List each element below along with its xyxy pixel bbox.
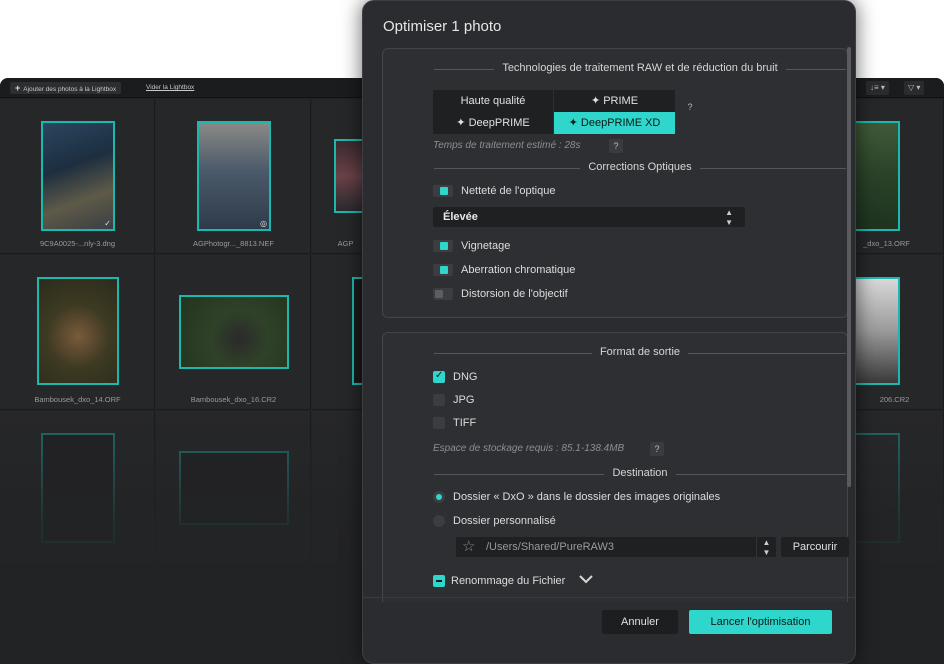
photo-thumbnail[interactable]: ✓	[41, 121, 115, 231]
chromatic-aberration-toggle[interactable]	[433, 264, 453, 276]
lens-distortion-toggle[interactable]	[433, 288, 453, 300]
format-jpg-label: JPG	[453, 394, 475, 406]
photo-cell[interactable]: Bambousek_dxo_16.CR2	[156, 255, 311, 410]
raw-technology-selector: Haute qualité ✦ PRIME ✦ DeepPRIME ✦ Deep…	[433, 90, 675, 134]
dest-original-radio[interactable]	[433, 491, 445, 503]
photo-cell[interactable]: ✓ 9C9A0025-...nly-3.dng	[0, 99, 155, 254]
photo-thumbnail[interactable]	[179, 451, 289, 525]
lens-distortion-label: Distorsion de l'objectif	[461, 288, 568, 300]
option-prime[interactable]: ✦ PRIME	[554, 90, 675, 112]
add-to-lightbox-button[interactable]: + Ajouter des photos à la Lightbox	[10, 82, 122, 94]
processing-time-value: 28s	[564, 140, 581, 151]
output-format-heading: Format de sortie	[434, 346, 846, 360]
raw-help-icon[interactable]: ?	[683, 100, 697, 114]
photo-thumbnail[interactable]	[37, 277, 119, 385]
destination-heading: Destination	[434, 467, 846, 481]
dest-custom-radio[interactable]	[433, 515, 445, 527]
format-tiff-checkbox[interactable]	[433, 417, 445, 429]
dialog-scrollbar[interactable]	[847, 47, 851, 487]
rename-checkbox[interactable]	[433, 575, 445, 587]
lens-sharpness-toggle[interactable]	[433, 185, 453, 197]
option-label: DeepPRIME XD	[580, 117, 661, 129]
optics-section-heading: Corrections Optiques	[434, 161, 846, 175]
sharpness-level-value: Élevée	[443, 211, 478, 223]
time-help-icon[interactable]: ?	[609, 139, 623, 153]
output-format-title: Format de sortie	[591, 346, 689, 358]
photo-thumbnail[interactable]	[41, 433, 115, 543]
option-high-quality[interactable]: Haute qualité	[433, 90, 553, 112]
processing-panel	[382, 48, 848, 318]
custom-folder-path: /Users/Shared/PureRAW3	[486, 541, 614, 553]
star-icon[interactable]: ☆	[462, 537, 475, 557]
photo-cell[interactable]	[0, 411, 155, 566]
updown-arrows-icon[interactable]: ▲ ▼	[756, 537, 776, 557]
photo-cell[interactable]: Bambousek_dxo_14.ORF	[0, 255, 155, 410]
processing-time-label: Temps de traitement estimé :	[433, 140, 562, 151]
dialog-title: Optimiser 1 photo	[383, 18, 502, 35]
filter-button[interactable]: ▽ ▾	[904, 81, 925, 95]
photo-thumbnail[interactable]	[850, 277, 900, 385]
photo-cell[interactable]: ◎ AGPhotogr..._8813.NEF	[156, 99, 311, 254]
lens-sharpness-label: Netteté de l'optique	[461, 185, 556, 197]
format-dng-checkbox[interactable]	[433, 369, 445, 383]
raw-section-title: Technologies de traitement RAW et de réd…	[494, 62, 786, 74]
photo-thumbnail[interactable]	[850, 433, 900, 543]
sparkle-icon: ✦	[456, 117, 466, 129]
add-to-lightbox-label: Ajouter des photos à la Lightbox	[23, 86, 117, 93]
format-jpg-checkbox[interactable]	[433, 394, 445, 406]
sparkle-icon: ✦	[568, 117, 578, 129]
rename-label: Renommage du Fichier	[451, 575, 566, 587]
option-label: DeepPRIME	[468, 117, 530, 129]
browse-button[interactable]: Parcourir	[781, 537, 849, 557]
photo-caption: 9C9A0025-...nly-3.dng	[39, 239, 116, 248]
photo-thumbnail[interactable]	[850, 121, 900, 231]
photo-caption: Bambousek_dxo_14.ORF	[34, 395, 121, 404]
option-deepprime-xd[interactable]: ✦ DeepPRIME XD	[554, 112, 675, 134]
sparkle-icon: ✦	[590, 95, 601, 107]
settings-badge-icon: ◎	[260, 219, 267, 228]
custom-folder-field[interactable]: ☆ /Users/Shared/PureRAW3 ▲ ▼	[456, 537, 776, 557]
option-deepprime[interactable]: ✦ DeepPRIME	[433, 112, 553, 134]
check-icon: ✓	[104, 219, 111, 228]
cancel-button[interactable]: Annuler	[602, 610, 678, 634]
option-label: PRIME	[603, 95, 639, 107]
start-optimization-button[interactable]: Lancer l'optimisation	[689, 610, 832, 634]
plus-icon: +	[15, 83, 21, 93]
photo-cell[interactable]	[156, 411, 311, 566]
chevron-down-icon[interactable]	[578, 573, 594, 585]
processing-time: Temps de traitement estimé : 28s	[433, 140, 580, 151]
storage-help-icon[interactable]: ?	[650, 442, 664, 456]
photo-caption: Bambousek_dxo_16.CR2	[190, 395, 277, 404]
photo-thumbnail[interactable]: ◎	[197, 121, 271, 231]
optics-section-title: Corrections Optiques	[580, 161, 700, 173]
vignetting-toggle[interactable]	[433, 240, 453, 252]
photo-thumbnail[interactable]	[179, 295, 289, 369]
vignetting-label: Vignetage	[461, 240, 511, 252]
option-label: Haute qualité	[460, 95, 526, 107]
clear-lightbox-link[interactable]: Vider la Lightbox	[146, 82, 194, 94]
sharpness-level-select[interactable]: Élevée ▲ ▼	[433, 207, 745, 227]
dest-original-label: Dossier « DxO » dans le dossier des imag…	[453, 491, 721, 503]
format-dng-label: DNG	[453, 371, 478, 383]
format-tiff-label: TIFF	[453, 417, 477, 429]
storage-required: Espace de stockage requis : 85.1-138.4MB	[433, 443, 625, 454]
updown-arrows-icon: ▲ ▼	[725, 208, 733, 227]
chromatic-aberration-label: Aberration chromatique	[461, 264, 576, 276]
dialog-footer-divider	[362, 597, 856, 598]
raw-section-heading: Technologies de traitement RAW et de réd…	[434, 62, 846, 76]
dest-custom-label: Dossier personnalisé	[453, 515, 556, 527]
destination-title: Destination	[604, 467, 676, 479]
sort-button[interactable]: ↓≡ ▾	[866, 81, 889, 95]
